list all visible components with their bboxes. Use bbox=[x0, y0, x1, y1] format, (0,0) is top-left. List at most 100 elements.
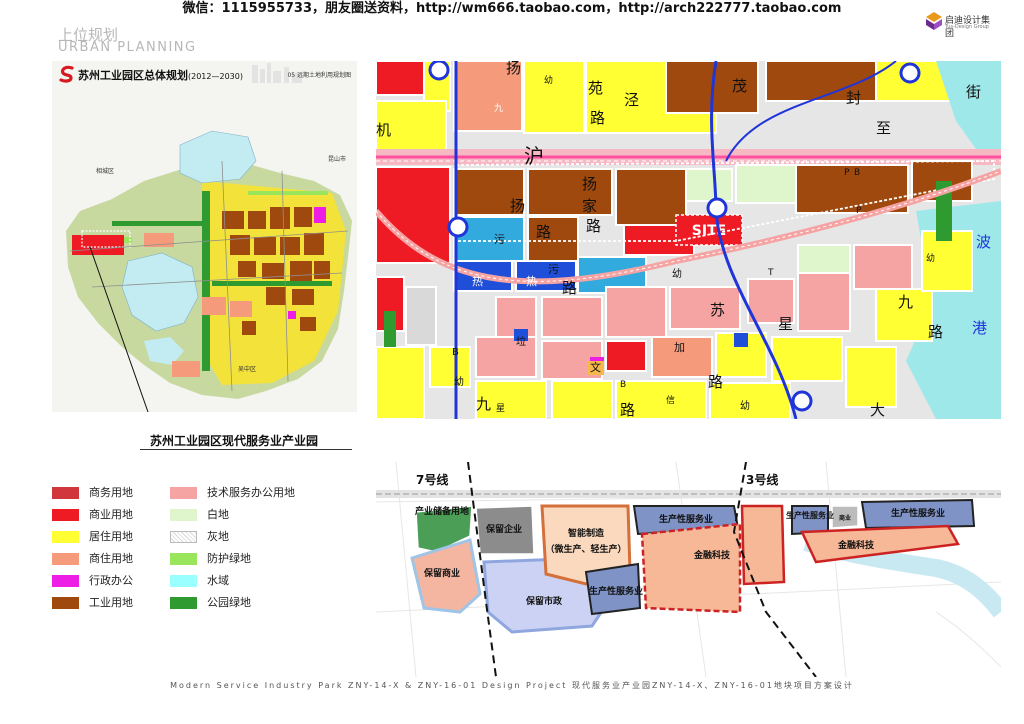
overview-map-graphic: 相城区 昆山市 吴中区 bbox=[52, 61, 357, 412]
caption-underline bbox=[140, 449, 352, 450]
legend-swatch bbox=[170, 509, 197, 521]
map-char-40: 幼 bbox=[740, 399, 750, 412]
map-char-35: 加 bbox=[674, 341, 685, 354]
footer-project-title: Modern Service Industry Park ZNY-14-X & … bbox=[170, 681, 854, 690]
legend-item: 防护绿地 bbox=[170, 552, 320, 566]
zone-fintech-label-2: 金融科技 bbox=[837, 539, 875, 551]
legend-swatch bbox=[170, 531, 197, 543]
map-char-38: 幼 bbox=[454, 375, 464, 388]
legend-item: 水域 bbox=[170, 574, 320, 588]
top-banner: 微信：1115955733，朋友圈送资料，http://wm666.taobao… bbox=[182, 1, 842, 16]
brand-mark-icon bbox=[926, 12, 942, 30]
map-char-31: 港 bbox=[972, 319, 987, 337]
legend-label: 工业用地 bbox=[89, 596, 133, 609]
legend-label: 公园绿地 bbox=[207, 596, 251, 609]
zoning-plan-map: 7号线 3号线 产业储备用地 保留企业 智能制造 （微生产、轻生产） 生产性服务… bbox=[376, 462, 1001, 677]
map-char-14: 扬 bbox=[582, 175, 597, 193]
sip-logo-icon bbox=[59, 65, 74, 83]
legend-item: 灰地 bbox=[170, 530, 320, 544]
map-char-34: 垃 bbox=[516, 335, 526, 348]
overview-map-title-text: 苏州工业园区总体规划 bbox=[78, 69, 188, 82]
map-char-45: 路 bbox=[620, 401, 635, 419]
legend-item: 公园绿地 bbox=[170, 596, 320, 610]
map-char-3: 泾 bbox=[624, 91, 639, 109]
legend-swatch bbox=[52, 597, 79, 609]
overview-map-subtitle: 05 远期土地利用规划图 bbox=[287, 72, 351, 79]
brand-sub: Tus-Design Group bbox=[945, 24, 989, 30]
map-char-2: 苑 bbox=[588, 79, 603, 97]
legend-swatch bbox=[170, 553, 197, 565]
legend-label: 水域 bbox=[207, 574, 229, 587]
map-char-29: 星 bbox=[778, 315, 793, 333]
zone-industrial-reserve-label: 产业储备用地 bbox=[415, 505, 469, 517]
map-char-11: 沪 bbox=[524, 144, 544, 168]
map-char-8: 街 bbox=[966, 83, 981, 101]
zone-smart-manufacturing-sub-label: （微生产、轻生产） bbox=[545, 543, 626, 555]
legend-swatch bbox=[170, 597, 197, 609]
map-char-6: 封 bbox=[846, 89, 861, 107]
map-char-20: 热 bbox=[472, 275, 483, 288]
zone-producer-services-label-4: 生产性服务业 bbox=[891, 507, 945, 519]
map-char-33: B bbox=[452, 347, 459, 358]
map-char-27: 九 bbox=[898, 293, 913, 311]
map-char-41: 九 bbox=[476, 395, 491, 413]
legend-label: 居住用地 bbox=[89, 530, 133, 543]
legend-item: 技术服务办公用地 bbox=[170, 486, 320, 500]
overview-land-use-map: 相城区 昆山市 吴中区 苏州工业园区总体规划(2012—2030) 05 远期土… bbox=[52, 61, 357, 412]
map-char-21: 污 bbox=[548, 263, 559, 276]
zone-producer-services-label-2: 生产性服务业 bbox=[589, 585, 643, 597]
map-char-23: 路 bbox=[562, 279, 577, 297]
map-char-43: 信 bbox=[666, 394, 675, 406]
district-label-kunshan: 昆山市 bbox=[328, 155, 346, 163]
map-char-24: 幼 bbox=[672, 267, 682, 280]
legend-label: 防护绿地 bbox=[207, 552, 251, 565]
map-char-16: 路 bbox=[586, 217, 601, 235]
district-label-wuzhong: 吴中区 bbox=[238, 365, 256, 373]
map-char-13: 路 bbox=[536, 223, 551, 241]
map-char-5: 茂 bbox=[732, 77, 747, 95]
map-char-9: 机 bbox=[376, 121, 391, 139]
map-char-32: T bbox=[767, 268, 774, 278]
detailed-map-graphic: SITE 扬 幼 苑 泾 路 茂 封 至 街 机 九 沪 扬 路 扬 家 路 P… bbox=[376, 61, 1001, 419]
zone-fintech-label-1: 金融科技 bbox=[693, 549, 731, 561]
map-char-26: 幼 bbox=[926, 252, 935, 264]
legend-swatch bbox=[52, 575, 79, 587]
map-char-15: 家 bbox=[582, 197, 597, 215]
map-char-1: 幼 bbox=[544, 74, 553, 86]
section-title-en: URBAN PLANNING bbox=[58, 40, 197, 55]
map-char-44: 大 bbox=[870, 401, 885, 419]
overview-map-title: 苏州工业园区总体规划(2012—2030) bbox=[78, 67, 243, 83]
map-char-30: 路 bbox=[928, 323, 943, 341]
legend-item: 白地 bbox=[170, 508, 320, 522]
map-char-36: 文 bbox=[590, 360, 601, 374]
legend-label: 商住用地 bbox=[89, 552, 133, 565]
legend-label: 行政办公 bbox=[89, 574, 133, 587]
map-char-28: 苏 bbox=[710, 301, 725, 319]
brand-logo: 启迪设计集团 Tus-Design Group bbox=[926, 12, 996, 39]
zone-retained-municipal-label: 保留市政 bbox=[525, 595, 563, 607]
land-use-legend: 商务用地 商业用地 居住用地 商住用地 行政办公 工业用地 技术服务办公用地 白… bbox=[52, 486, 362, 616]
map-char-17: P bbox=[844, 168, 850, 178]
metro-line-7-label: 7号线 bbox=[416, 472, 448, 487]
map-char-10: 九 bbox=[494, 103, 503, 114]
legend-swatch bbox=[170, 575, 197, 587]
metro-line-3-label: 3号线 bbox=[746, 472, 778, 487]
zone-commerce-label: 商业 bbox=[839, 514, 851, 522]
zone-retained-enterprise-label: 保留企业 bbox=[485, 523, 522, 535]
legend-label: 技术服务办公用地 bbox=[207, 486, 295, 499]
zoning-plan-graphic: 7号线 3号线 产业储备用地 保留企业 智能制造 （微生产、轻生产） 生产性服务… bbox=[376, 462, 1001, 677]
map-char-7: 至 bbox=[876, 119, 891, 137]
district-label-xiangcheng: 相城区 bbox=[96, 167, 114, 175]
map-char-18: B bbox=[854, 168, 860, 178]
legend-swatch bbox=[170, 487, 197, 499]
zone-smart-manufacturing-label: 智能制造 bbox=[568, 527, 605, 539]
map-char-25: P bbox=[856, 206, 862, 216]
map-char-42: 星 bbox=[496, 403, 505, 414]
map-char-46: 波 bbox=[976, 233, 991, 251]
detailed-land-use-map: SITE 扬 幼 苑 泾 路 茂 封 至 街 机 九 沪 扬 路 扬 家 路 P… bbox=[376, 61, 1001, 419]
zone-producer-services-label-1: 生产性服务业 bbox=[659, 513, 713, 525]
legend-label: 商业用地 bbox=[89, 508, 133, 521]
zone-retained-commerce-label: 保留商业 bbox=[423, 567, 460, 579]
legend-swatch bbox=[52, 509, 79, 521]
legend-swatch bbox=[52, 531, 79, 543]
